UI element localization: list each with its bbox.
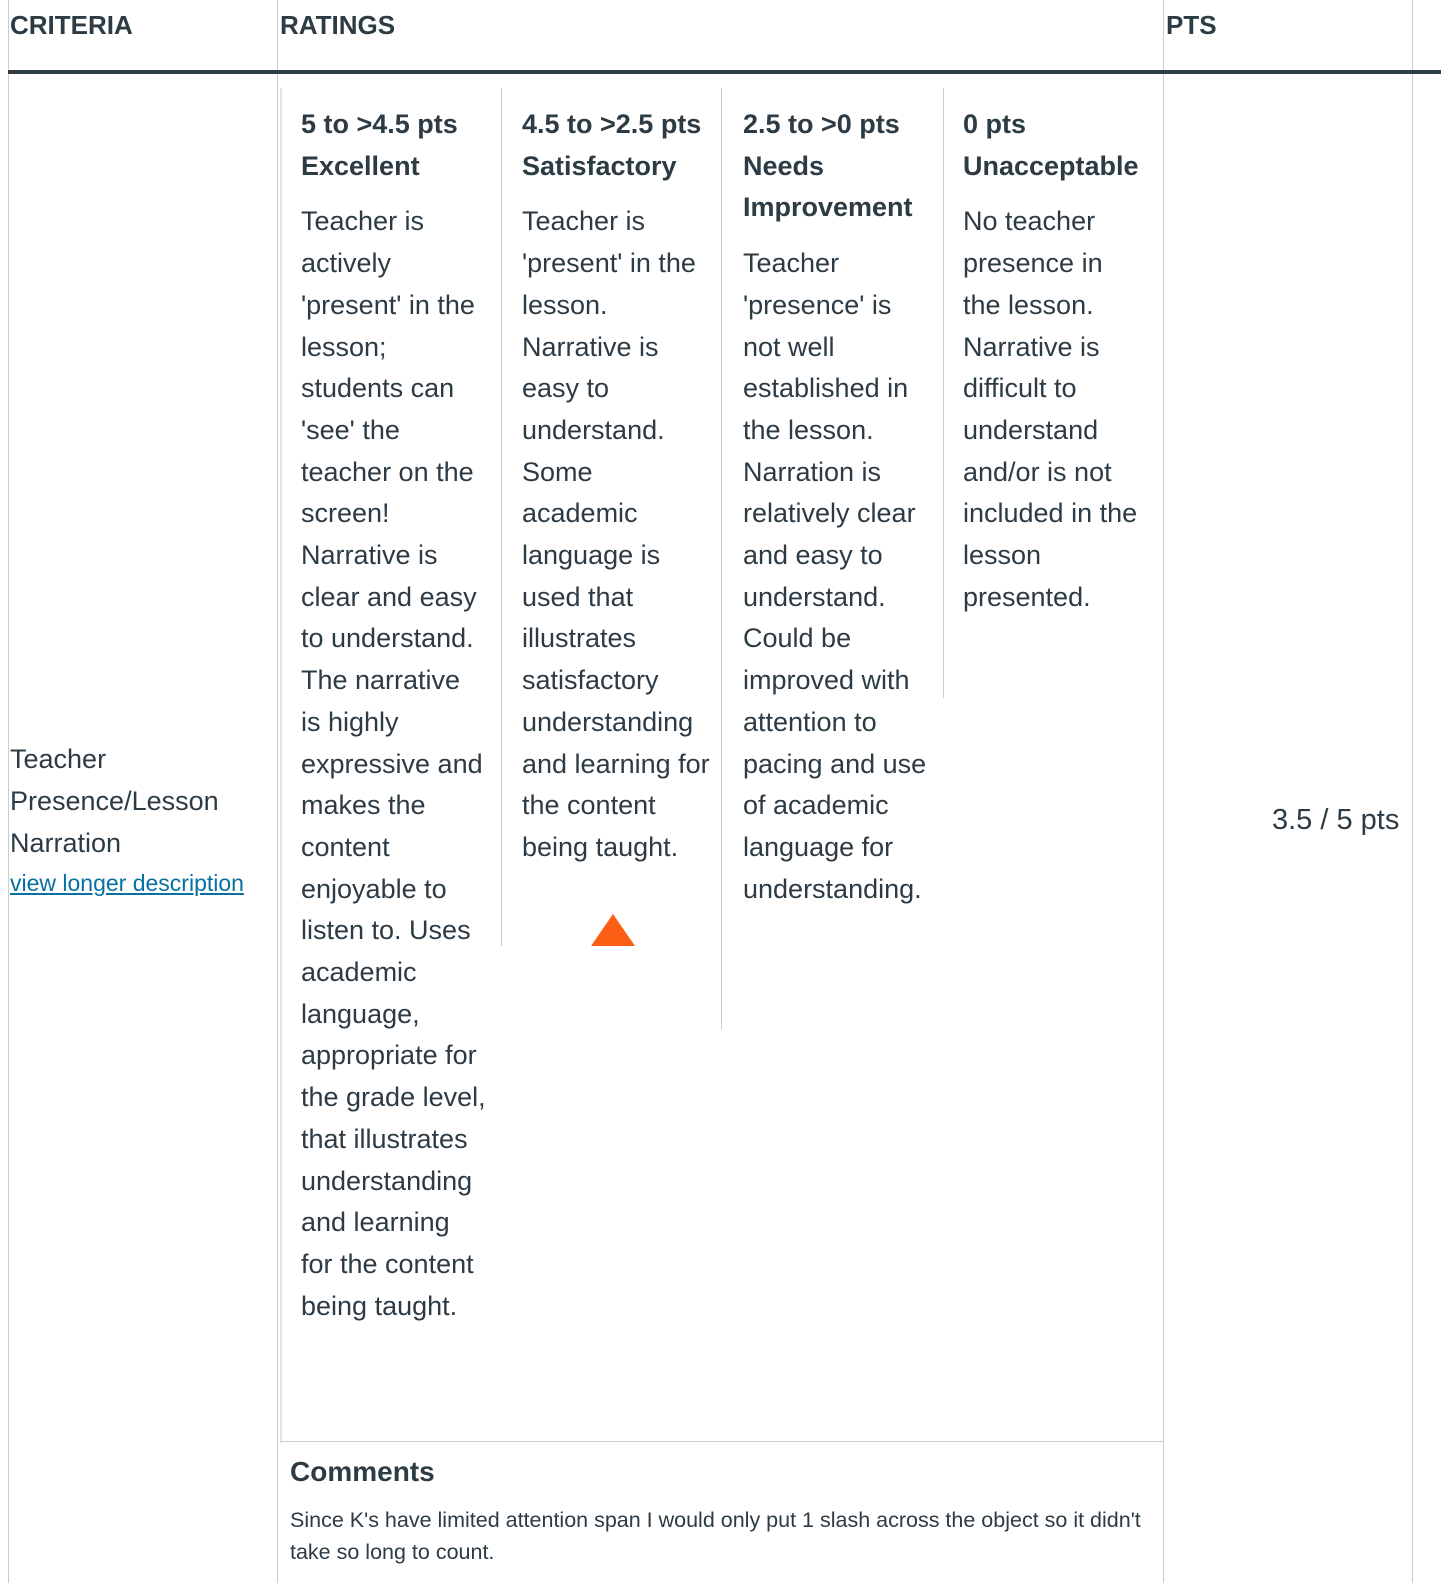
rating-description: Teacher is actively 'present' in the les… xyxy=(301,206,486,1321)
criterion-description: Teacher Presence/Lesson Narration xyxy=(10,744,219,858)
rating-unacceptable[interactable]: 0 pts Unacceptable No teacher presence i… xyxy=(963,104,1143,618)
comments-heading: Comments xyxy=(290,1456,435,1487)
rating-points: 0 pts xyxy=(963,109,1027,139)
rating-divider-2 xyxy=(721,88,722,1030)
ratings-pts-divider xyxy=(1163,0,1164,1583)
table-right-border xyxy=(1412,0,1413,1583)
rating-title: Satisfactory xyxy=(522,150,677,181)
rating-points: 5 to >4.5 pts xyxy=(301,109,458,139)
rating-satisfactory[interactable]: 4.5 to >2.5 pts Satisfactory Teacher is … xyxy=(522,104,712,869)
rating-points: 2.5 to >0 pts xyxy=(743,109,900,139)
table-left-border xyxy=(8,0,9,1583)
rating-divider-3 xyxy=(943,88,944,698)
rating-needs-improvement[interactable]: 2.5 to >0 pts Needs Improvement Teacher … xyxy=(743,104,933,910)
criterion-score: 3.5 / 5 pts xyxy=(1272,804,1400,836)
rating-divider-1 xyxy=(501,88,502,946)
comments-text: Since K's have limited attention span I … xyxy=(290,1508,1141,1564)
comments-top-border xyxy=(280,1441,1163,1442)
ratings-inner-left-border xyxy=(280,88,282,1443)
rating-description: Teacher is 'present' in the lesson. Narr… xyxy=(522,206,710,862)
criteria-ratings-divider xyxy=(277,0,278,1583)
header-pts: PTS xyxy=(1166,10,1217,40)
rating-excellent[interactable]: 5 to >4.5 pts Excellent Teacher is activ… xyxy=(301,104,487,1327)
rating-points: 4.5 to >2.5 pts xyxy=(522,109,702,139)
header-criteria: CRITERIA xyxy=(10,10,133,40)
rating-title: Excellent xyxy=(301,150,420,181)
rating-description: No teacher presence in the lesson. Narra… xyxy=(963,206,1138,612)
header-bottom-rule xyxy=(8,70,1441,74)
rating-title: Needs Improvement xyxy=(743,150,913,223)
view-longer-description-link[interactable]: view longer description xyxy=(10,870,244,897)
rating-title: Unacceptable xyxy=(963,150,1139,181)
selected-rating-triangle-icon xyxy=(591,914,635,946)
rating-description: Teacher 'presence' is not well establish… xyxy=(743,248,927,904)
header-ratings: RATINGS xyxy=(280,10,396,40)
